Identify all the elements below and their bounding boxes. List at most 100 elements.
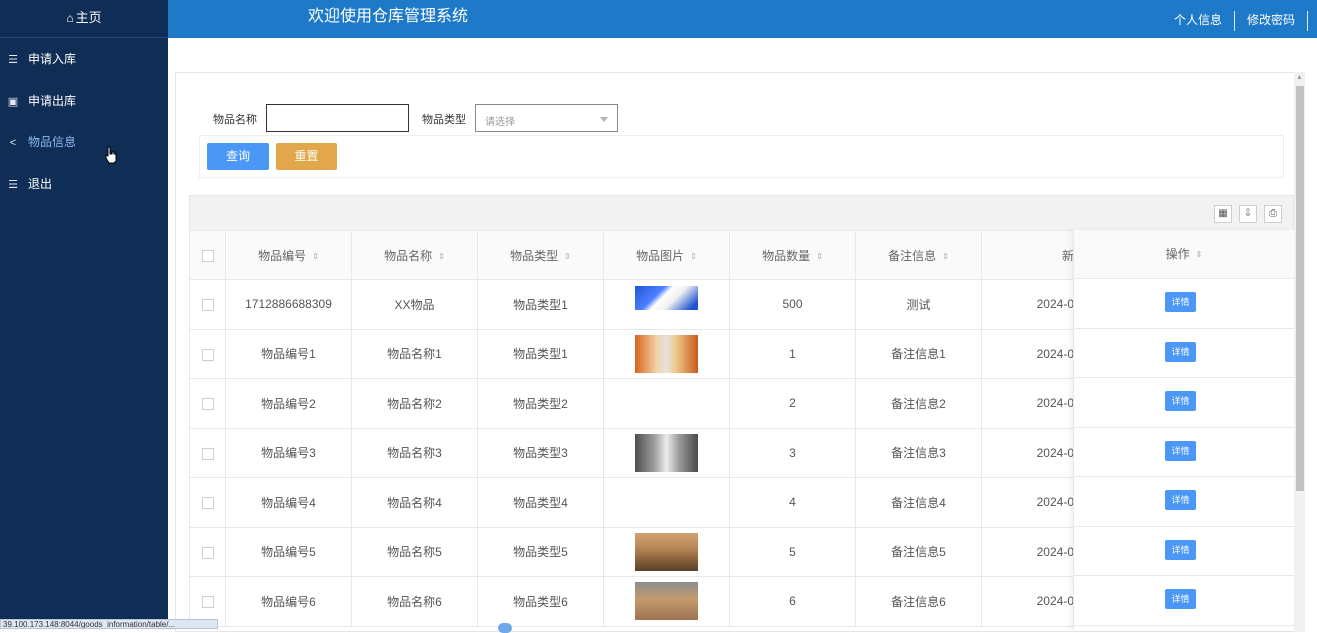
table-row: 物品编号4 物品名称4 物品类型4 4 备注信息4 2024-0 xyxy=(189,477,1075,528)
goods-date-cell: 2024-0 xyxy=(981,477,1075,528)
row-checkbox[interactable] xyxy=(201,596,214,609)
column-header-label: 物品编号 xyxy=(258,248,307,263)
goods-image[interactable] xyxy=(635,334,698,373)
select-all-checkbox[interactable] xyxy=(201,249,214,262)
goods-image-cell xyxy=(603,526,730,577)
sort-icon[interactable]: ⇕ xyxy=(1196,230,1203,279)
goods-remark-cell: 备注信息1 xyxy=(855,328,982,379)
goods-date-cell: 2024-0 xyxy=(981,328,1075,379)
change-password-link[interactable]: 修改密码 xyxy=(1247,0,1295,38)
goods-image[interactable] xyxy=(635,532,698,571)
sort-icon[interactable]: ⇕ xyxy=(690,252,697,261)
sort-icon[interactable]: ⇕ xyxy=(438,252,445,261)
goods-code-cell: 物品编号4 xyxy=(225,477,352,528)
goods-qty-cell: 5 xyxy=(729,526,856,577)
sidebar-item-goods-info[interactable]: < 物品信息 xyxy=(0,128,168,156)
header-divider xyxy=(1307,11,1308,31)
column-header[interactable]: 物品编号 ⇕ xyxy=(225,230,352,280)
browser-status-url: 39.100.173.148:8044/goods_information/ta… xyxy=(0,619,218,629)
table-row: 物品编号2 物品名称2 物品类型2 2 备注信息2 2024-0 xyxy=(189,378,1075,429)
column-header[interactable]: 备注信息 ⇕ xyxy=(855,230,982,280)
horizontal-scroll-indicator[interactable] xyxy=(498,623,512,633)
search-form-area xyxy=(199,135,1284,178)
goods-qty-cell: 500 xyxy=(729,279,856,330)
goods-qty-cell: 1 xyxy=(729,328,856,379)
operation-cell: 详情 xyxy=(1074,428,1294,477)
scrollbar-thumb[interactable] xyxy=(1296,86,1304,491)
sort-icon[interactable]: ⇕ xyxy=(312,252,319,261)
goods-remark-cell: 备注信息3 xyxy=(855,427,982,478)
sidebar-item-apply-out[interactable]: ▣ 申请出库 xyxy=(0,87,168,115)
row-checkbox[interactable] xyxy=(201,497,214,510)
goods-image[interactable] xyxy=(635,433,698,472)
sidebar-item-label: 申请入库 xyxy=(28,52,77,66)
detail-button[interactable]: 详情 xyxy=(1165,440,1196,461)
goods-date-cell: 2024-0 xyxy=(981,279,1075,330)
column-header-label: 物品名称 xyxy=(384,248,433,263)
row-checkbox[interactable] xyxy=(201,546,214,559)
detail-button[interactable]: 详情 xyxy=(1165,391,1196,411)
table-row: 物品编号1 物品名称1 物品类型1 1 备注信息1 2024-0 xyxy=(189,328,1075,379)
column-header[interactable]: 物品类型 ⇕ xyxy=(477,230,604,280)
table-row: 物品编号5 物品名称5 物品类型5 5 备注信息5 2024-0 xyxy=(189,526,1075,577)
column-header[interactable]: 新 xyxy=(981,230,1075,280)
sort-icon[interactable]: ⇕ xyxy=(564,252,571,261)
detail-button[interactable]: 详情 xyxy=(1165,539,1196,560)
goods-date-cell: 2024-0 xyxy=(981,378,1075,429)
goods-qty-cell: 3 xyxy=(729,427,856,478)
sidebar-item-apply-in[interactable]: ☰ 申请入库 xyxy=(0,45,168,73)
sort-icon[interactable]: ⇕ xyxy=(816,252,823,261)
detail-button[interactable]: 详情 xyxy=(1165,292,1196,312)
goods-remark-cell: 备注信息5 xyxy=(855,526,982,577)
scroll-up-arrow-icon[interactable]: ▲ xyxy=(1295,74,1304,82)
goods-code-cell: 物品编号3 xyxy=(225,427,352,478)
goods-image-cell xyxy=(603,378,730,429)
sidebar-item-logout[interactable]: ☰ 退出 xyxy=(0,170,168,198)
row-checkbox[interactable] xyxy=(201,348,214,361)
detail-button[interactable]: 详情 xyxy=(1165,490,1196,510)
goods-name-cell: 物品名称3 xyxy=(351,427,478,478)
row-checkbox[interactable] xyxy=(201,398,214,411)
row-select-cell xyxy=(189,427,226,478)
row-select-cell xyxy=(189,526,226,577)
detail-button[interactable]: 详情 xyxy=(1165,589,1196,609)
column-header[interactable]: 物品名称 ⇕ xyxy=(351,230,478,280)
app-title: 欢迎使用仓库管理系统 xyxy=(308,8,469,25)
detail-button[interactable]: 详情 xyxy=(1165,341,1196,362)
goods-type-cell: 物品类型4 xyxy=(477,477,604,528)
query-button[interactable]: 查询 xyxy=(207,143,269,170)
column-header[interactable]: 物品图片 ⇕ xyxy=(603,230,730,280)
sort-icon[interactable]: ⇕ xyxy=(942,252,949,261)
goods-image[interactable] xyxy=(635,286,698,311)
top-header: 欢迎使用仓库管理系统 个人信息 修改密码 xyxy=(168,0,1317,38)
column-header[interactable]: 物品数量 ⇕ xyxy=(729,230,856,280)
operation-cell: 详情 xyxy=(1074,329,1294,378)
column-header-label: 物品数量 xyxy=(762,248,811,263)
export-icon[interactable]: ⇩ xyxy=(1239,205,1257,223)
goods-type-cell: 物品类型3 xyxy=(477,427,604,478)
goods-type-select[interactable]: 请选择 xyxy=(475,104,618,132)
columns-filter-icon[interactable]: ▦ xyxy=(1214,205,1232,223)
row-checkbox[interactable] xyxy=(201,447,214,460)
print-icon[interactable]: ⎙ xyxy=(1264,205,1282,223)
sidebar-item-label: 申请出库 xyxy=(28,94,77,108)
profile-link[interactable]: 个人信息 xyxy=(1174,0,1222,38)
row-checkbox[interactable] xyxy=(201,299,214,312)
goods-type-cell: 物品类型6 xyxy=(477,576,604,627)
goods-remark-cell: 备注信息6 xyxy=(855,576,982,627)
sidebar-home[interactable]: ⌂ 主页 xyxy=(0,0,168,38)
goods-name-label: 物品名称 xyxy=(213,114,257,126)
goods-image-cell xyxy=(603,576,730,627)
reset-button[interactable]: 重置 xyxy=(276,143,337,170)
goods-type-cell: 物品类型1 xyxy=(477,279,604,330)
goods-code-cell: 物品编号1 xyxy=(225,328,352,379)
goods-remark-cell: 备注信息2 xyxy=(855,378,982,429)
column-header[interactable]: 操作 ⇕ xyxy=(1074,230,1294,279)
select-all-cell xyxy=(189,230,226,280)
table-row: 物品编号3 物品名称3 物品类型3 3 备注信息3 2024-0 xyxy=(189,427,1075,478)
goods-name-input[interactable] xyxy=(266,104,409,132)
operation-cell: 详情 xyxy=(1074,576,1294,626)
list-indent-icon: ☰ xyxy=(8,179,18,191)
row-select-cell xyxy=(189,378,226,429)
goods-image[interactable] xyxy=(635,582,698,621)
